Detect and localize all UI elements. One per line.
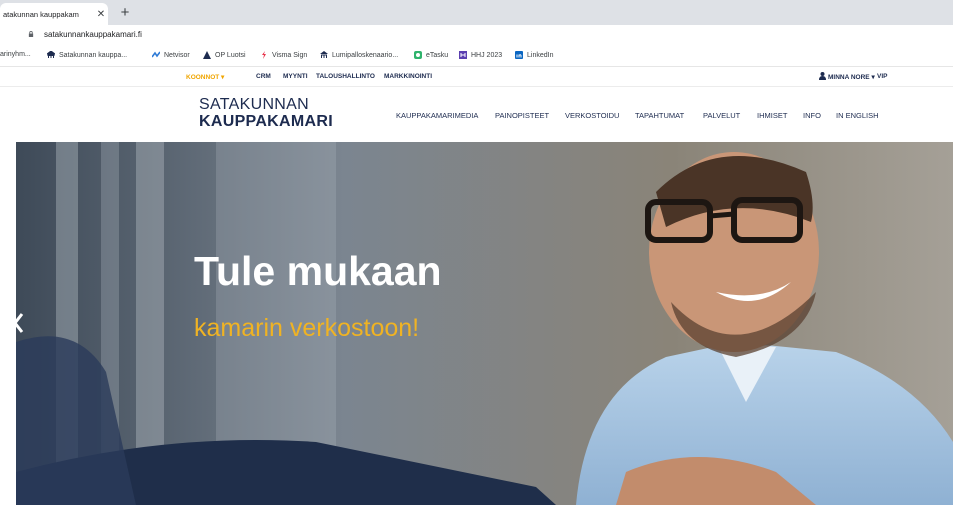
nav-verkostoidu[interactable]: VERKOSTOIDU	[565, 111, 619, 120]
bookmark-label: Satakunnan kauppa...	[59, 51, 128, 59]
nav-palvelut[interactable]: PALVELUT	[703, 111, 740, 120]
etasku-icon	[414, 51, 422, 59]
bookmark-label: Netvisor	[164, 51, 190, 59]
vip-link[interactable]: VIP	[877, 73, 887, 80]
netvisor-icon	[152, 51, 160, 58]
util-item-koonnot[interactable]: KOONNOT ▾	[186, 73, 224, 81]
op-icon	[203, 51, 211, 59]
utility-nav: KOONNOT ▾ CRM MYYNTI TALOUSHALLINTO MARK…	[0, 67, 953, 87]
nav-in-english[interactable]: IN ENGLISH	[836, 111, 879, 120]
site-header: SATAKUNNAN KAUPPAKAMARI KAUPPAKAMARIMEDI…	[0, 87, 953, 142]
kauppakamari-icon	[320, 51, 328, 58]
bookmarks-bar: arinyhm... Satakunnan kauppa... Netvisor…	[0, 46, 953, 67]
util-item-markkinointi[interactable]: MARKKINOINTI	[384, 73, 432, 80]
bookmark-label: LinkedIn	[527, 51, 554, 59]
hero-photo	[16, 142, 953, 505]
address-bar[interactable]: satakunnankauppakamari.fi	[0, 25, 953, 46]
hhj-icon	[459, 51, 467, 59]
new-tab-button[interactable]: +	[116, 4, 134, 22]
bookmark-label: Visma Sign	[272, 51, 308, 59]
bookmark-label: Lumipalloskenaario...	[332, 51, 399, 59]
hero-subtitle: kamarin verkostoon!	[194, 314, 420, 342]
user-icon	[819, 72, 826, 80]
bookmark-item[interactable]: arinyhm...	[0, 51, 31, 58]
carousel-prev-icon[interactable]	[16, 312, 24, 334]
nav-info[interactable]: INFO	[803, 111, 821, 120]
bookmark-item[interactable]: Satakunnan kauppa...	[47, 51, 127, 59]
lock-icon	[28, 31, 34, 37]
nav-tapahtumat[interactable]: TAPAHTUMAT	[635, 111, 684, 120]
bookmark-label: eTasku	[426, 51, 449, 59]
nav-kauppakamarimedia[interactable]: KAUPPAKAMARIMEDIA	[396, 111, 478, 120]
site-logo[interactable]: SATAKUNNAN KAUPPAKAMARI	[199, 96, 333, 131]
logo-line2: KAUPPAKAMARI	[199, 113, 333, 130]
nav-painopisteet[interactable]: PAINOPISTEET	[495, 111, 549, 120]
bookmark-label: HHJ 2023	[471, 51, 503, 59]
hero-title: Tule mukaan	[194, 248, 442, 294]
tab-title: atakunnan kauppakam	[3, 9, 79, 19]
user-menu[interactable]: MINNA NORE ▾	[828, 73, 875, 81]
nav-ihmiset[interactable]: IHMISET	[757, 111, 787, 120]
visma-icon	[262, 51, 266, 59]
logo-line1: SATAKUNNAN	[199, 96, 309, 113]
util-item-myynti[interactable]: MYYNTI	[283, 73, 308, 80]
bookmark-item[interactable]: Netvisor	[152, 51, 190, 59]
bookmark-item[interactable]: eTasku	[414, 51, 448, 59]
util-item-crm[interactable]: CRM	[256, 73, 271, 80]
bookmark-item[interactable]: Lumipalloskenaario...	[320, 51, 398, 59]
bookmark-item[interactable]: Visma Sign	[260, 51, 307, 59]
close-tab-icon[interactable]: ✕	[94, 9, 108, 20]
hero-banner: Tule mukaan kamarin verkostoon!	[16, 142, 953, 505]
bookmark-label: arinyhm...	[0, 51, 31, 58]
bookmark-item[interactable]: LinkedIn	[515, 51, 553, 59]
bookmark-item[interactable]: HHJ 2023	[459, 51, 502, 59]
url-text[interactable]: satakunnankauppakamari.fi	[44, 30, 142, 39]
linkedin-icon	[515, 51, 523, 59]
kauppakamari-icon	[47, 51, 55, 58]
bookmark-label: OP Luotsi	[215, 51, 246, 59]
bookmark-item[interactable]: OP Luotsi	[203, 51, 246, 59]
util-item-taloushallinto[interactable]: TALOUSHALLINTO	[316, 73, 375, 80]
browser-tab-strip: atakunnan kauppakam ✕ +	[0, 0, 953, 25]
browser-tab[interactable]: atakunnan kauppakam ✕	[0, 3, 108, 25]
